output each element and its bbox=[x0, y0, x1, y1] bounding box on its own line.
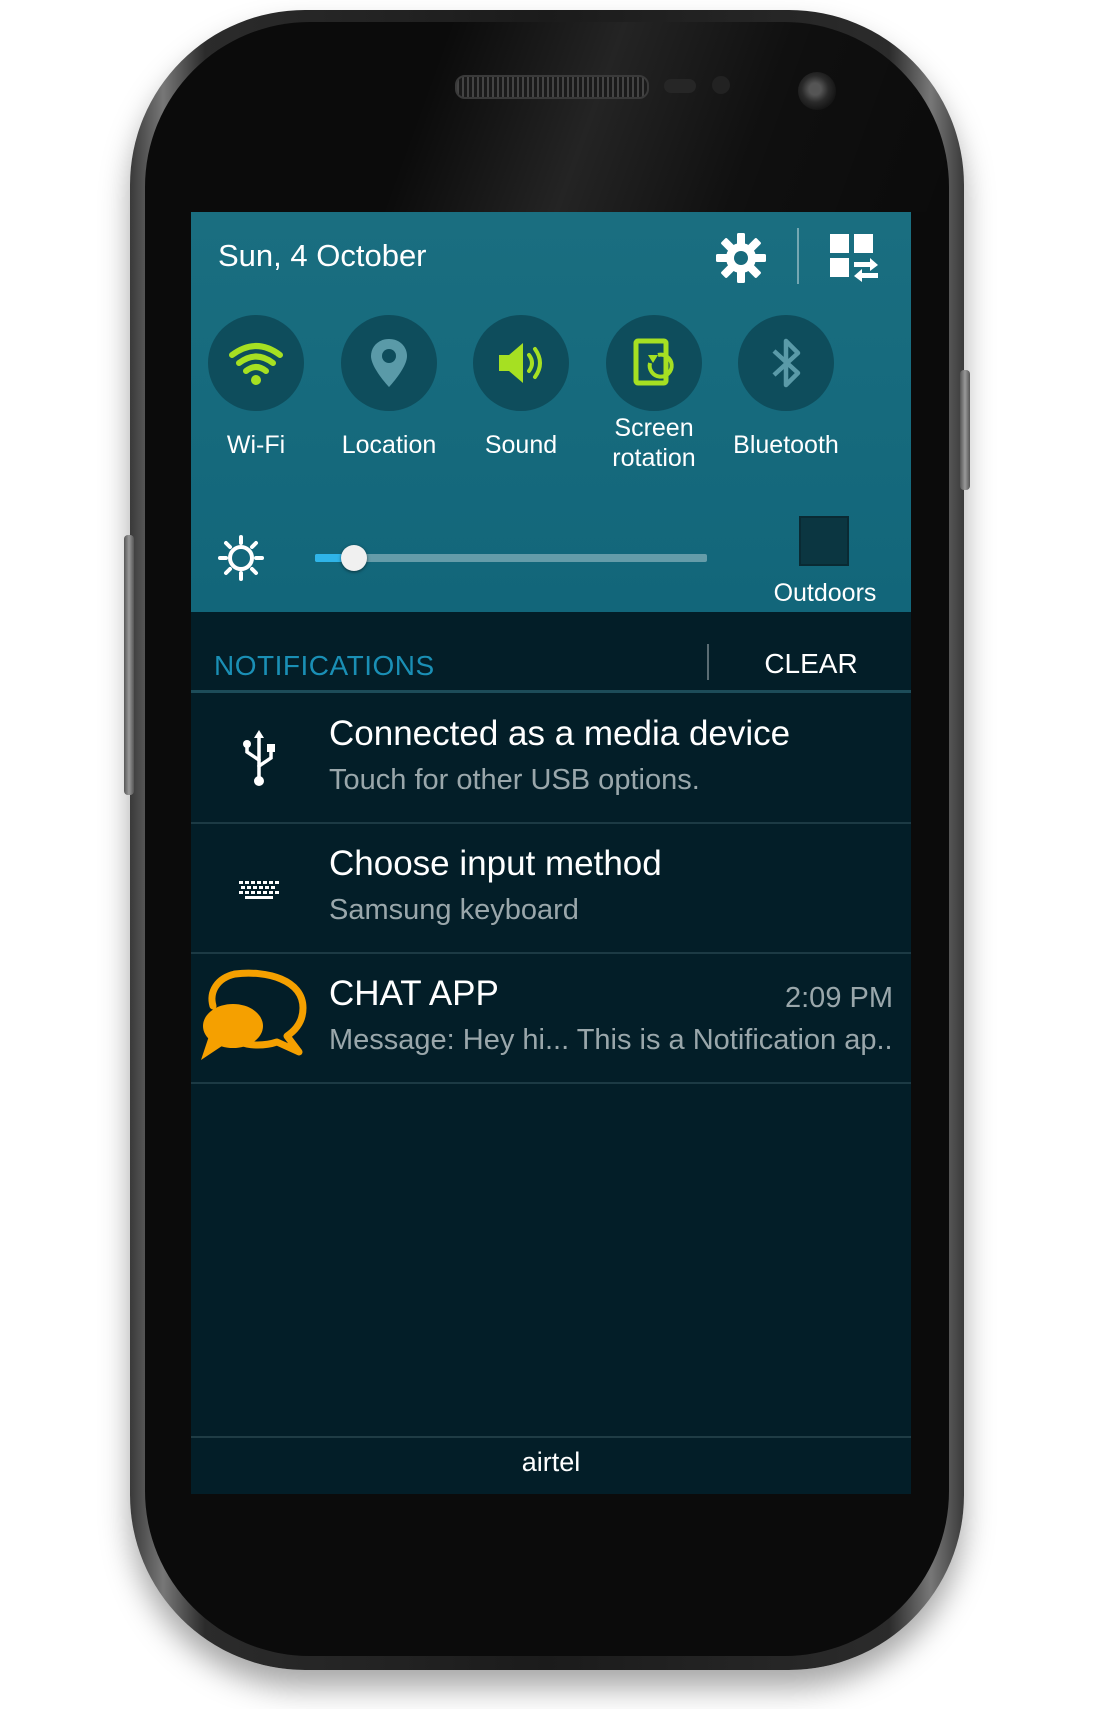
stage: Sun, 4 October Wi-Fi Location Sound Scre… bbox=[0, 0, 1101, 1709]
front-camera bbox=[798, 72, 836, 110]
screen-rotation-toggle[interactable]: Screen rotation bbox=[589, 315, 719, 505]
notification-time: 2:09 PM bbox=[785, 982, 893, 1014]
keyboard-icon bbox=[239, 881, 279, 899]
screen-rotation-toggle-button[interactable] bbox=[606, 315, 702, 411]
outdoors-label: Outdoors bbox=[773, 579, 877, 607]
location-toggle-button[interactable] bbox=[341, 315, 437, 411]
notifications-title: NOTIFICATIONS bbox=[214, 650, 435, 681]
outdoors-checkbox[interactable] bbox=[799, 516, 849, 566]
sound-toggle-button[interactable] bbox=[473, 315, 569, 411]
notification-subtitle: Message: Hey hi... This is a Notificatio… bbox=[329, 1024, 893, 1056]
notification-title: CHAT APP bbox=[329, 974, 499, 1013]
bluetooth-toggle-button[interactable] bbox=[738, 315, 834, 411]
bluetooth-label: Bluetooth bbox=[733, 431, 839, 459]
clear-button[interactable]: CLEAR bbox=[721, 648, 901, 680]
header-separator bbox=[707, 644, 709, 680]
bluetooth-icon bbox=[772, 338, 801, 388]
wifi-toggle-button[interactable] bbox=[208, 315, 304, 411]
usb-icon bbox=[243, 730, 275, 786]
screen-rotation-icon bbox=[633, 338, 674, 386]
edit-quick-settings-button[interactable] bbox=[824, 228, 884, 288]
location-toggle[interactable]: Location bbox=[324, 315, 454, 505]
chat-bubbles-icon bbox=[201, 969, 307, 1060]
glass-reflection bbox=[145, 22, 949, 212]
sound-label: Sound bbox=[484, 431, 558, 459]
grid-edit-icon bbox=[830, 234, 878, 282]
carrier-divider bbox=[191, 1436, 911, 1438]
notification-chat-app[interactable]: CHAT APP 2:09 PM Message: Hey hi... This… bbox=[191, 954, 911, 1084]
date-label: Sun, 4 October bbox=[218, 238, 427, 273]
carrier-label: airtel bbox=[521, 1447, 581, 1477]
power-button bbox=[960, 370, 970, 490]
screen-rotation-label: Screen rotation bbox=[612, 414, 696, 472]
wifi-toggle[interactable]: Wi-Fi bbox=[191, 315, 321, 505]
volume-button bbox=[124, 535, 134, 795]
header-divider bbox=[797, 228, 799, 284]
notification-subtitle: Samsung keyboard bbox=[329, 894, 579, 926]
bluetooth-toggle[interactable]: Bluetooth bbox=[721, 315, 851, 505]
wifi-label: Wi-Fi bbox=[226, 431, 286, 459]
notification-subtitle: Touch for other USB options. bbox=[329, 764, 700, 796]
notification-input-method[interactable]: Choose input method Samsung keyboard bbox=[191, 824, 911, 954]
notification-title: Connected as a media device bbox=[329, 714, 791, 753]
notifications-header: NOTIFICATIONS CLEAR bbox=[191, 612, 911, 693]
notification-shade: Sun, 4 October Wi-Fi Location Sound Scre… bbox=[191, 212, 911, 1494]
earpiece-speaker bbox=[455, 75, 649, 99]
header-underline bbox=[191, 690, 911, 693]
quick-settings-panel: Sun, 4 October Wi-Fi Location Sound Scre… bbox=[191, 212, 911, 612]
notification-usb[interactable]: Connected as a media device Touch for ot… bbox=[191, 694, 911, 824]
wifi-icon bbox=[229, 343, 283, 385]
settings-button[interactable] bbox=[711, 228, 771, 288]
brightness-slider[interactable] bbox=[315, 554, 707, 562]
brightness-slider-thumb[interactable] bbox=[341, 545, 367, 571]
brightness-icon bbox=[218, 535, 264, 581]
speaker-icon bbox=[499, 343, 542, 383]
gear-icon bbox=[716, 233, 766, 283]
light-sensor bbox=[712, 76, 730, 94]
notification-title: Choose input method bbox=[329, 844, 662, 883]
location-pin-icon bbox=[371, 339, 407, 387]
sound-toggle[interactable]: Sound bbox=[456, 315, 586, 505]
proximity-sensor bbox=[664, 79, 696, 93]
location-label: Location bbox=[341, 431, 437, 459]
